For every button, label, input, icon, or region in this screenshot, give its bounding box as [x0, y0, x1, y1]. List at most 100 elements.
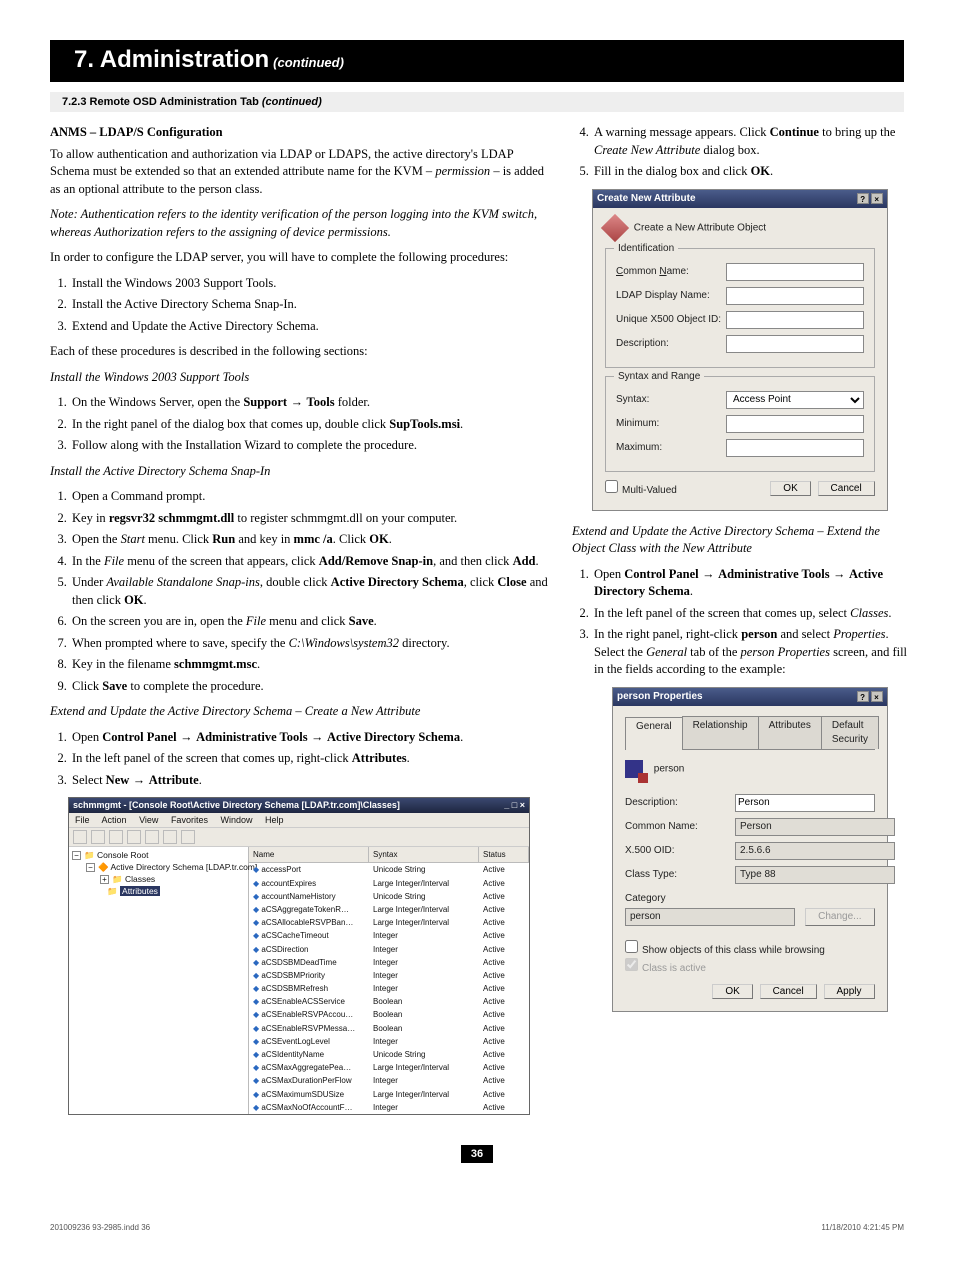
list-item: Fill in the dialog box and click OK.	[592, 163, 908, 181]
tree-attributes[interactable]: Attributes	[120, 886, 160, 896]
install-tools-list: On the Windows Server, open the Support …	[50, 394, 548, 455]
procedure-overview-list: Install the Windows 2003 Support Tools. …	[50, 275, 548, 336]
footer-right: 11/18/2010 4:21:45 PM	[821, 1223, 904, 1232]
show-objects-checkbox[interactable]	[625, 940, 638, 953]
menu-view[interactable]: View	[139, 815, 158, 825]
table-row[interactable]: ◆ aCSDSBMDeadTimeIntegerActive	[249, 956, 529, 969]
table-row[interactable]: ◆ aCSEventLogLevelIntegerActive	[249, 1035, 529, 1048]
table-row[interactable]: ◆ aCSDSBMPriorityIntegerActive	[249, 969, 529, 982]
apply-button[interactable]: Apply	[824, 984, 875, 999]
list-item: Install the Windows 2003 Support Tools.	[70, 275, 548, 293]
properties-icon[interactable]	[127, 830, 141, 844]
dialog-title: Create New Attribute	[597, 192, 696, 206]
page-footer: 201009236 93-2985.indd 36 11/18/2010 4:2…	[50, 1223, 904, 1232]
export-icon[interactable]	[163, 830, 177, 844]
tab-general[interactable]: General	[625, 717, 683, 750]
install-tools-heading: Install the Windows 2003 Support Tools	[50, 369, 548, 387]
syntax-select[interactable]: Access Point	[726, 391, 864, 409]
note-paragraph: Note: Authentication refers to the ident…	[50, 206, 548, 241]
create-attribute-dialog: Create New Attribute ? × Create a New At…	[592, 189, 888, 511]
help-icon[interactable]	[181, 830, 195, 844]
extend2-list: Open Control Panel → Administrative Tool…	[572, 566, 908, 679]
cancel-button[interactable]: Cancel	[818, 481, 875, 496]
description-label: Description:	[625, 796, 735, 810]
minimize-icon[interactable]: _	[504, 800, 509, 810]
classtype-value: Type 88	[735, 866, 895, 884]
maximize-icon[interactable]: □	[512, 800, 517, 810]
common-name-input[interactable]	[726, 263, 864, 281]
table-row[interactable]: ◆ aCSEnableRSVPAccou…BooleanActive	[249, 1008, 529, 1021]
close-icon[interactable]: ×	[871, 691, 883, 702]
sub-suffix: (continued)	[262, 96, 322, 108]
multivalued-label: Multi-Valued	[605, 480, 677, 498]
table-row[interactable]: ◆ aCSCacheTimeoutIntegerActive	[249, 929, 529, 942]
table-row[interactable]: ◆ aCSMaximumSDUSizeLarge Integer/Interva…	[249, 1088, 529, 1101]
tab-default-security[interactable]: Default Security	[821, 716, 879, 749]
up-icon[interactable]	[109, 830, 123, 844]
list-item: On the screen you are in, open the File …	[70, 613, 548, 631]
dialog-titlebar: Create New Attribute ? ×	[593, 190, 887, 208]
description-input[interactable]	[735, 794, 875, 812]
mmc-tree[interactable]: −📁 Console Root −🔶 Active Directory Sche…	[69, 847, 249, 1114]
menu-action[interactable]: Action	[102, 815, 127, 825]
tab-attributes[interactable]: Attributes	[758, 716, 822, 749]
ok-button[interactable]: OK	[712, 984, 752, 999]
help-icon[interactable]: ?	[857, 193, 869, 204]
list-item: In the left panel of the screen that com…	[70, 750, 548, 768]
table-row[interactable]: ◆ aCSDirectionIntegerActive	[249, 943, 529, 956]
cancel-button[interactable]: Cancel	[760, 984, 817, 999]
table-row[interactable]: ◆ accountNameHistoryUnicode StringActive	[249, 890, 529, 903]
minimum-input[interactable]	[726, 415, 864, 433]
menu-favorites[interactable]: Favorites	[171, 815, 208, 825]
dialog-titlebar: person Properties ? ×	[613, 688, 887, 706]
close-icon[interactable]: ×	[871, 193, 883, 204]
list-item: Open a Command prompt.	[70, 488, 548, 506]
col-name[interactable]: Name	[249, 847, 369, 862]
forward-icon[interactable]	[91, 830, 105, 844]
help-icon[interactable]: ?	[857, 691, 869, 702]
tree-root[interactable]: Console Root	[97, 850, 149, 860]
list-item: Open Control Panel → Administrative Tool…	[70, 729, 548, 747]
table-row[interactable]: ◆ aCSEnableACSServiceBooleanActive	[249, 995, 529, 1008]
unique-oid-label: Unique X500 Object ID:	[616, 313, 726, 327]
table-row[interactable]: ◆ aCSAggregateTokenR…Large Integer/Inter…	[249, 903, 529, 916]
change-button[interactable]: Change...	[805, 908, 874, 926]
list-item: Key in the filename schmmgmt.msc.	[70, 656, 548, 674]
col-syntax[interactable]: Syntax	[369, 847, 479, 862]
table-row[interactable]: ◆ aCSMaxNoOfAccountF…IntegerActive	[249, 1101, 529, 1114]
list-item: In the right panel, right-click person a…	[592, 626, 908, 679]
back-icon[interactable]	[73, 830, 87, 844]
unique-oid-input[interactable]	[726, 311, 864, 329]
list-item: Install the Active Directory Schema Snap…	[70, 296, 548, 314]
description-input[interactable]	[726, 335, 864, 353]
mmc-list[interactable]: Name Syntax Status ◆ accessPortUnicode S…	[249, 847, 529, 1114]
refresh-icon[interactable]	[145, 830, 159, 844]
table-row[interactable]: ◆ accountExpiresLarge Integer/IntervalAc…	[249, 877, 529, 890]
col-status[interactable]: Status	[479, 847, 529, 862]
table-row[interactable]: ◆ aCSIdentityNameUnicode StringActive	[249, 1048, 529, 1061]
maximum-input[interactable]	[726, 439, 864, 457]
right-intro-list: A warning message appears. Click Continu…	[572, 124, 908, 181]
table-row[interactable]: ◆ accessPortUnicode StringActive	[249, 863, 529, 876]
table-row[interactable]: ◆ aCSDSBMRefreshIntegerActive	[249, 982, 529, 995]
list-item: Follow along with the Installation Wizar…	[70, 437, 548, 455]
ok-button[interactable]: OK	[770, 481, 810, 496]
multivalued-checkbox[interactable]	[605, 480, 618, 493]
table-row[interactable]: ◆ aCSMaxDurationPerFlowIntegerActive	[249, 1074, 529, 1087]
menu-help[interactable]: Help	[265, 815, 284, 825]
category-value: person	[625, 908, 795, 926]
table-row[interactable]: ◆ aCSAllocableRSVPBan…Large Integer/Inte…	[249, 916, 529, 929]
common-name-value: Person	[735, 818, 895, 836]
tree-classes[interactable]: Classes	[125, 874, 155, 884]
oid-value: 2.5.6.6	[735, 842, 895, 860]
menu-window[interactable]: Window	[220, 815, 252, 825]
close-icon[interactable]: ×	[520, 800, 525, 810]
mmc-screenshot: schmmgmt - [Console Root\Active Director…	[68, 797, 530, 1115]
table-row[interactable]: ◆ aCSMaxAggregatePea…Large Integer/Inter…	[249, 1061, 529, 1074]
tree-ad[interactable]: Active Directory Schema [LDAP.tr.com]	[110, 862, 257, 872]
tab-relationship[interactable]: Relationship	[682, 716, 759, 749]
table-row[interactable]: ◆ aCSEnableRSVPMessa…BooleanActive	[249, 1022, 529, 1035]
anms-heading: ANMS – LDAP/S Configuration	[50, 124, 548, 142]
ldap-display-input[interactable]	[726, 287, 864, 305]
menu-file[interactable]: File	[75, 815, 90, 825]
